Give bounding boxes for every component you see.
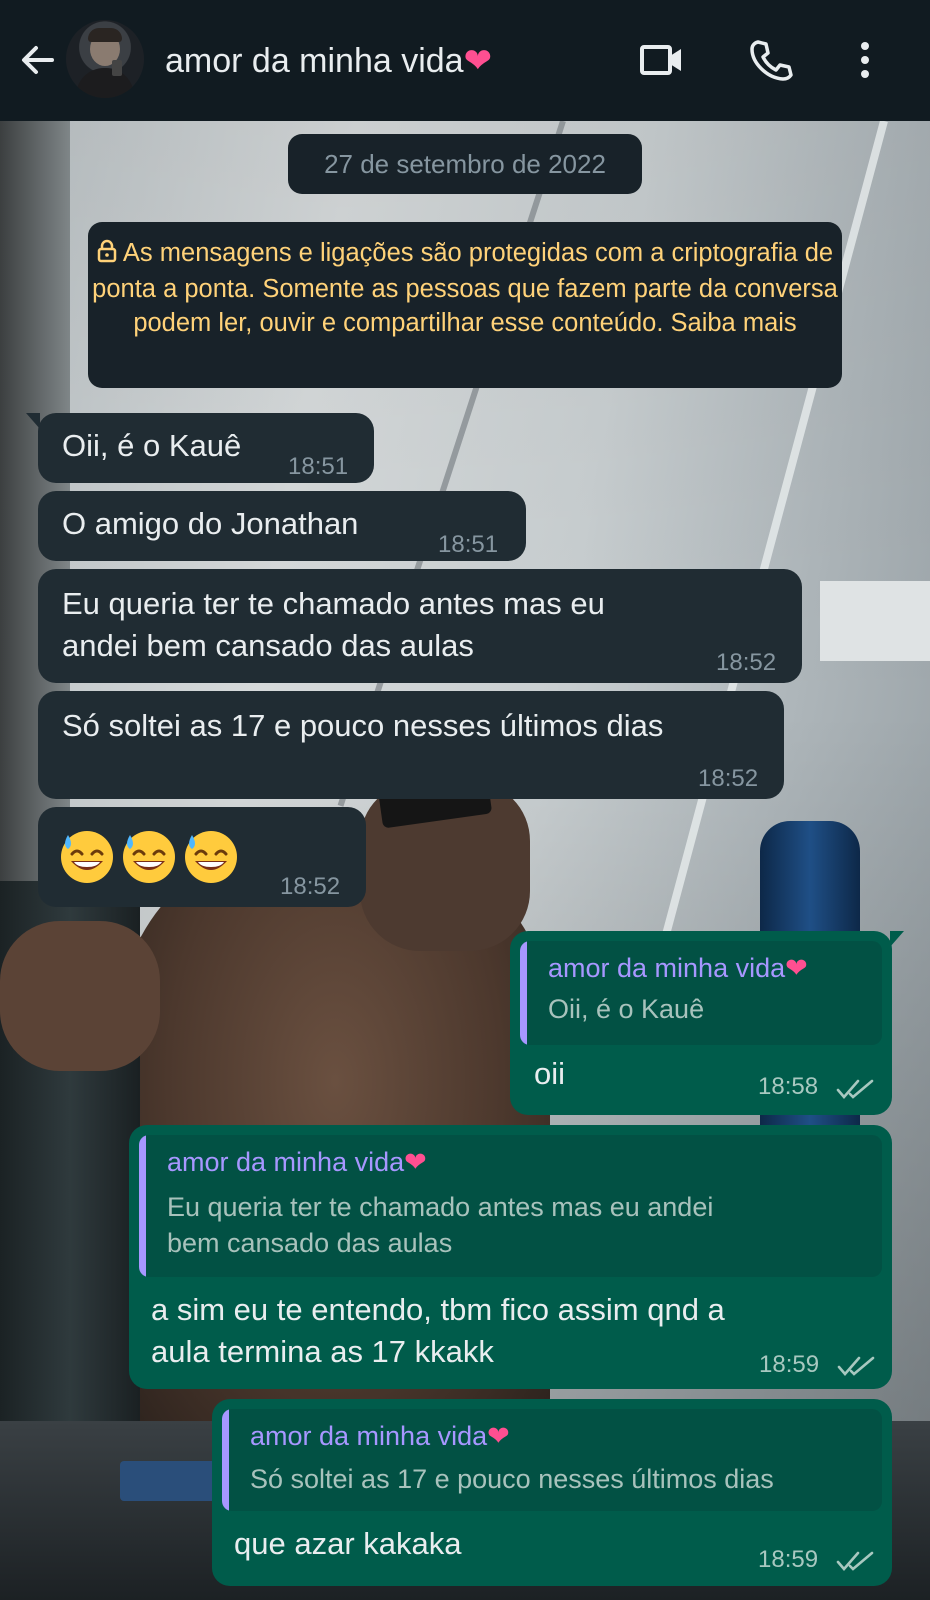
contact-name-text: amor da minha vida [165, 42, 464, 80]
quote-text: Eu queria ter te chamado antes mas eu an… [167, 1192, 714, 1258]
more-options-icon[interactable] [850, 36, 880, 84]
message-incoming[interactable]: 😅😅😅 18:52 [38, 807, 366, 907]
read-receipt-icon [836, 1551, 874, 1571]
message-outgoing[interactable]: amor da minha vida❤ Oii, é o Kauê oii 18… [510, 931, 904, 1115]
chat-header: amor da minha vida❤ [0, 0, 930, 121]
quote-author: amor da minha vida❤ [250, 1421, 510, 1451]
phone-call-icon[interactable] [746, 36, 794, 84]
message-incoming[interactable]: Só soltei as 17 e pouco nesses últimos d… [38, 691, 784, 799]
message-outgoing[interactable]: amor da minha vida❤ Eu queria ter te cha… [129, 1125, 892, 1389]
quoted-message[interactable]: amor da minha vida❤ Eu queria ter te cha… [139, 1135, 882, 1277]
message-incoming[interactable]: Oii, é o Kauê 18:51 [26, 413, 374, 483]
message-text: Eu queria ter te chamado antes mas eu an… [62, 586, 605, 663]
video-call-icon[interactable] [638, 36, 686, 84]
message-text: O amigo do Jonathan [62, 506, 359, 541]
message-text: Oii, é o Kauê [62, 428, 242, 463]
contact-name[interactable]: amor da minha vida❤ [165, 36, 492, 86]
quoted-message[interactable]: amor da minha vida❤ Oii, é o Kauê [520, 941, 882, 1045]
read-receipt-icon [836, 1079, 874, 1099]
encryption-notice[interactable]: As mensagens e ligações são protegidas c… [88, 222, 842, 388]
message-time: 18:59 [758, 1546, 819, 1573]
message-text: a sim eu te entendo, tbm fico assim qnd … [151, 1292, 725, 1369]
encryption-text: As mensagens e ligações são protegidas c… [92, 239, 838, 337]
message-time: 18:52 [716, 649, 777, 676]
message-outgoing[interactable]: amor da minha vida❤ Só soltei as 17 e po… [212, 1399, 892, 1586]
message-time: 18:52 [698, 765, 759, 792]
message-time: 18:59 [759, 1351, 820, 1378]
sweat-smile-emoji-icon [123, 831, 175, 883]
contact-avatar[interactable] [66, 20, 144, 98]
quote-text: Oii, é o Kauê [548, 994, 705, 1024]
message-incoming[interactable]: Eu queria ter te chamado antes mas eu an… [38, 569, 802, 683]
quoted-message[interactable]: amor da minha vida❤ Só soltei as 17 e po… [222, 1409, 882, 1511]
read-receipt-icon [837, 1356, 875, 1376]
message-time: 18:51 [288, 453, 349, 480]
sweat-smile-emoji-icon [61, 831, 113, 883]
sweat-smile-emoji-icon [185, 831, 237, 883]
lock-icon [97, 238, 117, 272]
heart-emoji: ❤ [463, 42, 493, 80]
message-text: que azar kakaka [234, 1526, 462, 1561]
quote-author: amor da minha vida❤ [548, 953, 808, 983]
message-text: oii [534, 1056, 566, 1091]
message-time: 18:52 [280, 873, 341, 900]
message-time: 18:51 [438, 531, 499, 558]
message-incoming[interactable]: O amigo do Jonathan 18:51 [38, 491, 526, 561]
back-arrow-icon[interactable] [16, 38, 60, 82]
message-text: Só soltei as 17 e pouco nesses últimos d… [62, 708, 664, 743]
quote-author: amor da minha vida❤ [167, 1147, 427, 1177]
date-chip: 27 de setembro de 2022 [288, 134, 642, 194]
message-time: 18:58 [758, 1073, 819, 1100]
quote-text: Só soltei as 17 e pouco nesses últimos d… [250, 1464, 774, 1494]
